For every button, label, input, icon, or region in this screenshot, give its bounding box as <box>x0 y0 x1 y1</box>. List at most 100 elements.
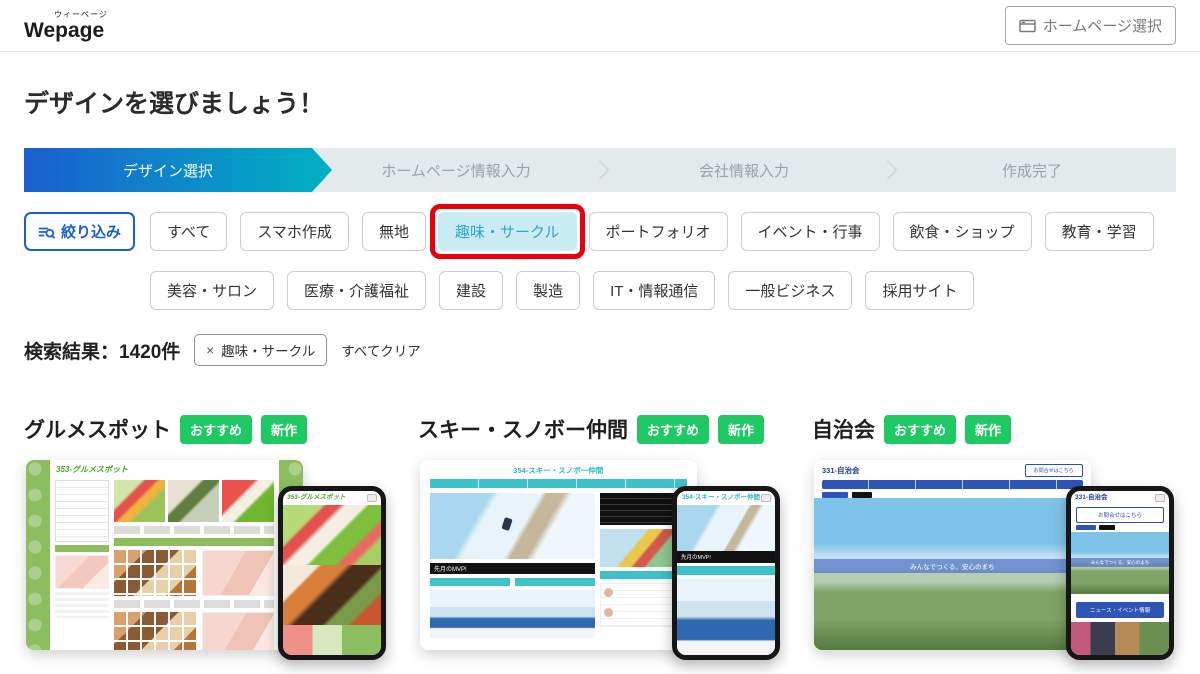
food-photos-mock <box>114 480 274 522</box>
nav-bar-mock <box>430 479 687 488</box>
badge-recommended: おすすめ <box>180 415 252 444</box>
badge-new: 新作 <box>261 415 307 444</box>
gallery-row-mock <box>114 550 274 596</box>
ski-hero-photo <box>677 505 775 551</box>
card-head: 自治会 おすすめ 新作 <box>812 412 1176 446</box>
filter-button-it-telecom[interactable]: IT・情報通信 <box>593 271 715 310</box>
dish-photo <box>283 565 381 625</box>
active-filter-chip[interactable]: × 趣味・サークル <box>194 334 327 366</box>
filter-button-education[interactable]: 教育・学習 <box>1045 212 1154 251</box>
filter-button-portfolio[interactable]: ポートフォリオ <box>589 212 728 251</box>
filter-button-plain[interactable]: 無地 <box>362 212 426 251</box>
contact-button-mock: お問合せはこちら <box>1076 507 1164 523</box>
phone-preview: 353-グルメスポット <box>278 486 386 660</box>
logo-text: Wepage <box>24 20 108 41</box>
page-title: デザインを選びましょう！ <box>24 84 1176 120</box>
narrow-down-button[interactable]: 絞り込み <box>24 212 135 251</box>
phone-preview: 354-スキー・スノボー仲間 先月のMVP! <box>672 486 780 660</box>
desktop-preview: 353-グルメスポット <box>26 460 303 650</box>
teal-bar <box>430 578 510 586</box>
text-lines-mock <box>55 592 109 618</box>
filter-button-general-business[interactable]: 一般ビジネス <box>728 271 852 310</box>
badge-chips-mock <box>1076 525 1164 530</box>
contact-button-mock: お問合せはこちら <box>1025 464 1083 477</box>
design-card-gourmet: グルメスポット おすすめ 新作 353-グルメスポット <box>24 412 388 674</box>
site-panel: 353-グルメスポット <box>50 460 279 650</box>
design-card-ski: スキー・スノボー仲間 おすすめ 新作 354-スキー・スノボー仲間 先月のMVP… <box>418 412 782 674</box>
filter-search-icon <box>38 224 55 240</box>
photo-strip <box>1071 622 1169 655</box>
skiers-photo <box>677 578 775 655</box>
text-lines-mock <box>114 526 274 534</box>
card-title: 自治会 <box>812 414 875 444</box>
juice-photo <box>222 480 273 522</box>
step-homepage-info: ホームページ情報入力 <box>312 148 600 192</box>
filter-button-recruit-site[interactable]: 採用サイト <box>865 271 974 310</box>
chip-close-icon[interactable]: × <box>206 343 214 358</box>
dish-photo <box>168 480 219 522</box>
card-head: スキー・スノボー仲間 おすすめ 新作 <box>418 412 782 446</box>
design-thumbnail-gourmet[interactable]: 353-グルメスポット <box>24 452 388 664</box>
menu-icon <box>1155 494 1165 502</box>
text-lines-mock <box>114 600 274 608</box>
filter-button-hobby-circle[interactable]: 趣味・サークル <box>438 212 577 251</box>
phone-header: 354-スキー・スノボー仲間 <box>677 491 775 505</box>
phone-preview: 331-自治会 お問合せはこちら みんなでつくる、安心のまち ニュース・イベント… <box>1066 486 1174 660</box>
site-title: 331-自治会 <box>1075 494 1108 502</box>
results-count: 検索結果：1420件 <box>24 337 180 364</box>
filter-button-event[interactable]: イベント・行事 <box>741 212 880 251</box>
site-title: 353-グルメスポット <box>50 460 279 477</box>
site-title: 354-スキー・スノボー仲間 <box>681 494 761 502</box>
filter-buttons: すべて スマホ作成 無地 趣味・サークル ポートフォリオ イベント・行事 飲食・… <box>150 212 1176 310</box>
sidebar-mock <box>55 480 109 645</box>
gallery-row-mock <box>114 612 274 650</box>
step-company-info: 会社情報入力 <box>600 148 888 192</box>
site-header-mock: 331-自治会 お問合せはこちら <box>814 460 1091 480</box>
wepage-logo: ウィーページ Wepage <box>24 11 108 41</box>
section-bar-mock <box>114 538 274 546</box>
section-bar-mock <box>55 545 109 552</box>
step-design-select: デザイン選択 <box>24 148 332 192</box>
filter-button-manufacturing[interactable]: 製造 <box>516 271 580 310</box>
results-bar: 検索結果：1420件 × 趣味・サークル すべてクリア <box>24 334 1176 366</box>
clear-all-link[interactable]: すべてクリア <box>341 340 421 360</box>
hero-banner: みんなでつくる、安心のまち <box>1071 558 1169 567</box>
mvp-bar: 先月のMVP! <box>677 551 775 563</box>
phone-header: 353-グルメスポット <box>283 491 381 505</box>
desktop-preview: 331-自治会 お問合せはこちら みんなでつくる、安心のまち <box>814 460 1091 650</box>
filter-bar: 絞り込み すべて スマホ作成 無地 趣味・サークル ポートフォリオ イベント・行… <box>24 212 1176 310</box>
town-hero-photo: みんなでつくる、安心のまち <box>1071 532 1169 594</box>
site-title: 353-グルメスポット <box>287 494 346 502</box>
homepage-select-button[interactable]: ホームページ選択 <box>1005 6 1176 45</box>
town-hero-photo: みんなでつくる、安心のまち <box>814 498 1091 650</box>
card-head: グルメスポット おすすめ 新作 <box>24 412 388 446</box>
filter-button-construction[interactable]: 建設 <box>439 271 503 310</box>
nav-bar-mock <box>822 480 1083 489</box>
header: ウィーページ Wepage ホームページ選択 <box>0 0 1200 52</box>
badge-recommended: おすすめ <box>884 415 956 444</box>
narrow-down-label: 絞り込み <box>61 221 121 242</box>
skiers-photo <box>430 590 595 638</box>
filter-button-all[interactable]: すべて <box>150 212 227 251</box>
badge-recommended: おすすめ <box>637 415 709 444</box>
design-thumbnail-town[interactable]: 331-自治会 お問合せはこちら みんなでつくる、安心のまち 331-自治会 お… <box>812 452 1176 664</box>
filter-button-food-shop[interactable]: 飲食・ショップ <box>893 212 1032 251</box>
main-content-mock <box>114 480 274 645</box>
desktop-preview: 354-スキー・スノボー仲間 先月のMVP! <box>420 460 697 650</box>
filter-button-medical-care[interactable]: 医療・介護福祉 <box>287 271 426 310</box>
main-column-mock: 先月のMVP! <box>430 493 595 638</box>
phone-header: 331-自治会 <box>1071 491 1169 505</box>
mvp-bar: 先月のMVP! <box>430 563 595 574</box>
photo-strip <box>283 625 381 655</box>
filter-button-smartphone[interactable]: スマホ作成 <box>240 212 349 251</box>
menu-list-mock <box>55 480 109 542</box>
site-title: 331-自治会 <box>822 465 860 476</box>
design-thumbnail-ski[interactable]: 354-スキー・スノボー仲間 先月のMVP! <box>418 452 782 664</box>
map-mock <box>55 555 109 589</box>
filter-button-beauty-salon[interactable]: 美容・サロン <box>150 271 274 310</box>
badge-new: 新作 <box>965 415 1011 444</box>
design-card-grid: グルメスポット おすすめ 新作 353-グルメスポット <box>24 412 1176 674</box>
window-icon <box>1019 19 1036 33</box>
red-highlight-annotation: 趣味・サークル <box>430 204 585 259</box>
hero-banner: みんなでつくる、安心のまち <box>814 559 1091 573</box>
